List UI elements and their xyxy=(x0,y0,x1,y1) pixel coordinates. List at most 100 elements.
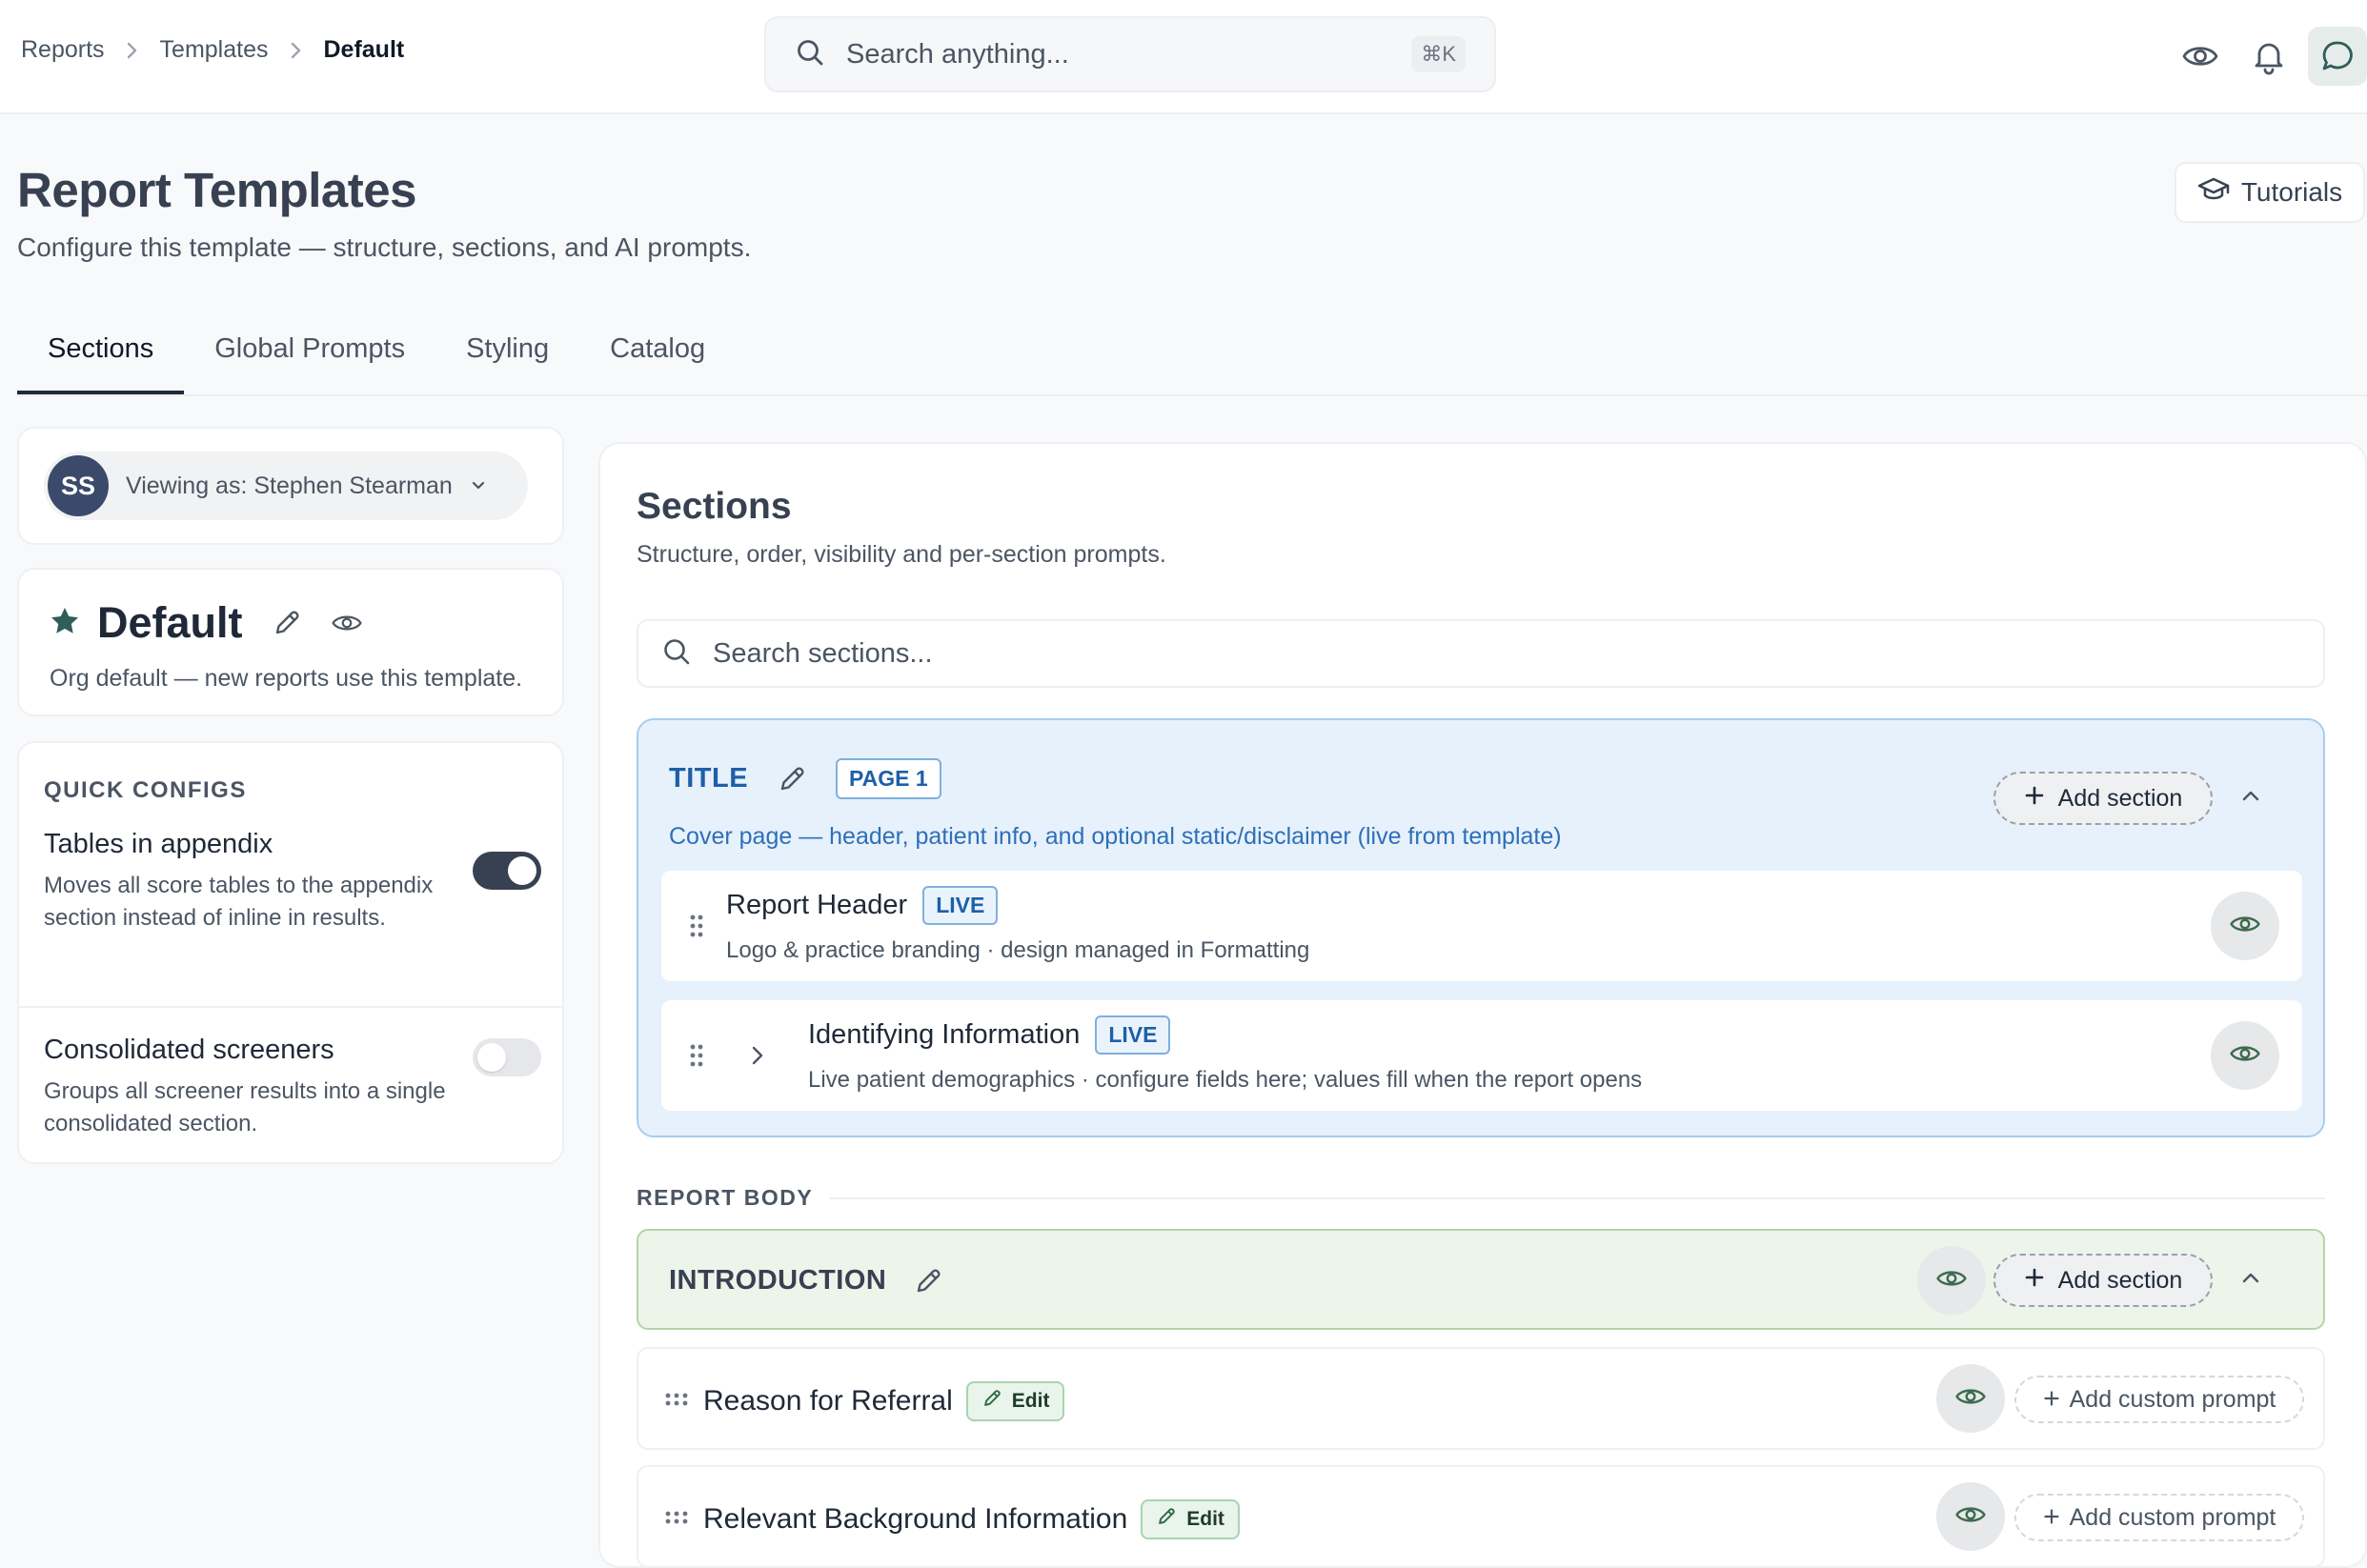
quick-config-description: Groups all screener results into a singl… xyxy=(44,1078,446,1136)
tables-in-appendix-toggle[interactable] xyxy=(473,852,541,890)
quick-config-tables-appendix: Tables in appendix Moves all score table… xyxy=(44,829,539,935)
sections-subtitle: Structure, order, visibility and per-sec… xyxy=(637,541,1166,568)
section-row-reason-for-referral[interactable]: Reason for Referral Edit Add custom prom… xyxy=(637,1347,2325,1450)
visibility-button[interactable] xyxy=(2211,892,2279,960)
chevron-right-icon xyxy=(126,41,139,60)
bell-icon[interactable] xyxy=(2239,27,2298,86)
chevron-up-icon[interactable] xyxy=(2239,789,2262,804)
section-row-identifying-information[interactable]: Identifying Information LIVE Live patien… xyxy=(661,1000,2302,1111)
visibility-button[interactable] xyxy=(1917,1246,1986,1315)
chevron-up-icon[interactable] xyxy=(2239,1271,2262,1286)
drag-handle-icon[interactable] xyxy=(690,1044,703,1067)
chevron-right-icon xyxy=(290,41,303,60)
section-row-report-header[interactable]: Report Header LIVE Logo & practice brand… xyxy=(661,871,2302,981)
add-section-label: Add section xyxy=(2057,1266,2183,1294)
template-card: Default Org default — new reports use th… xyxy=(17,568,564,716)
page-badge: PAGE 1 xyxy=(836,758,941,799)
visibility-button[interactable] xyxy=(1936,1482,2005,1551)
sections-panel: Sections Structure, order, visibility an… xyxy=(598,442,2367,1568)
add-section-button[interactable]: Add section xyxy=(1993,1254,2213,1307)
quick-configs-heading: QUICK CONFIGS xyxy=(44,777,247,803)
viewer-card: SS Viewing as: Stephen Stearman xyxy=(17,427,564,545)
plus-icon xyxy=(2024,1267,2058,1295)
top-actions xyxy=(2161,27,2367,86)
eye-icon xyxy=(1954,1380,1987,1417)
avatar: SS xyxy=(48,455,109,516)
section-row-title-wrap: Identifying Information LIVE xyxy=(808,1015,1171,1055)
quick-config-consolidated-screeners: Consolidated screeners Groups all screen… xyxy=(44,1035,539,1140)
section-row-title-wrap: Report Header LIVE xyxy=(726,886,999,925)
eye-icon[interactable] xyxy=(331,607,363,639)
live-badge: LIVE xyxy=(1095,1015,1171,1055)
breadcrumb-item-reports[interactable]: Reports xyxy=(21,36,105,64)
pencil-icon xyxy=(981,1388,1012,1415)
star-icon xyxy=(50,606,80,641)
eye-icon[interactable] xyxy=(2171,27,2230,86)
chat-icon[interactable] xyxy=(2308,27,2367,86)
live-badge: LIVE xyxy=(922,886,999,925)
edit-label: Edit xyxy=(1011,1390,1050,1412)
global-search-input[interactable]: Search anything... ⌘K xyxy=(764,16,1496,92)
quick-config-title: Consolidated screeners xyxy=(44,1035,334,1065)
eye-icon xyxy=(2229,1037,2261,1075)
drag-handle-icon[interactable] xyxy=(665,1511,688,1524)
consolidated-screeners-toggle[interactable] xyxy=(473,1038,541,1076)
add-custom-prompt-label: Add custom prompt xyxy=(2069,1385,2276,1413)
page-title: Report Templates xyxy=(17,163,416,217)
divider xyxy=(829,1197,2325,1199)
introduction-group-name: INTRODUCTION xyxy=(669,1265,887,1296)
pencil-icon[interactable] xyxy=(913,1266,943,1297)
tab-styling[interactable]: Styling xyxy=(435,324,579,394)
quick-config-title: Tables in appendix xyxy=(44,829,273,859)
visibility-button[interactable] xyxy=(2211,1021,2279,1090)
search-icon xyxy=(661,636,692,672)
search-icon xyxy=(795,37,825,72)
drag-handle-icon[interactable] xyxy=(665,1393,688,1406)
tab-global-prompts[interactable]: Global Prompts xyxy=(184,324,435,394)
chevron-down-icon xyxy=(470,480,487,492)
title-group: TITLE PAGE 1 Cover page — header, patien… xyxy=(637,718,2325,1137)
tab-sections[interactable]: Sections xyxy=(17,324,185,394)
section-row-description: Logo & practice branding · design manage… xyxy=(726,937,1310,963)
template-description: Org default — new reports use this templ… xyxy=(50,665,523,692)
add-section-label: Add section xyxy=(2057,784,2183,812)
chevron-right-icon[interactable] xyxy=(751,1044,764,1067)
add-section-button[interactable]: Add section xyxy=(1993,772,2213,825)
add-custom-prompt-button[interactable]: Add custom prompt xyxy=(2014,1376,2304,1423)
breadcrumb-item-templates[interactable]: Templates xyxy=(160,36,269,64)
graduation-cap-icon xyxy=(2197,175,2241,211)
tab-bar: Sections Global Prompts Styling Catalog xyxy=(17,324,2367,396)
add-custom-prompt-button[interactable]: Add custom prompt xyxy=(2014,1494,2304,1541)
pencil-icon[interactable] xyxy=(272,608,302,638)
sections-search-input[interactable]: Search sections... xyxy=(637,619,2325,688)
add-custom-prompt-label: Add custom prompt xyxy=(2069,1503,2276,1531)
title-group-description: Cover page — header, patient info, and o… xyxy=(669,823,1562,850)
section-row-title-wrap: Relevant Background Information Edit xyxy=(703,1499,1240,1539)
visibility-button[interactable] xyxy=(1936,1364,2005,1433)
divider xyxy=(19,1006,564,1008)
search-shortcut-badge: ⌘K xyxy=(1411,36,1466,72)
sections-search-placeholder: Search sections... xyxy=(713,637,933,669)
edit-prompt-button[interactable]: Edit xyxy=(965,1381,1065,1421)
pencil-icon[interactable] xyxy=(777,764,807,794)
section-row-description: Live patient demographics · configure fi… xyxy=(808,1067,1643,1093)
title-group-name: TITLE xyxy=(669,763,749,794)
edit-prompt-button[interactable]: Edit xyxy=(1141,1499,1240,1539)
template-name: Default xyxy=(97,598,243,647)
plus-icon xyxy=(2043,1386,2070,1414)
section-row-title: Relevant Background Information xyxy=(703,1503,1128,1535)
section-row-title: Identifying Information xyxy=(808,1019,1081,1050)
section-row-relevant-background-information[interactable]: Relevant Background Information Edit Add… xyxy=(637,1465,2325,1566)
eye-icon xyxy=(1935,1262,1968,1299)
tab-catalog[interactable]: Catalog xyxy=(579,324,736,394)
plus-icon xyxy=(2024,785,2058,813)
eye-icon xyxy=(1954,1498,1987,1536)
tutorials-button[interactable]: Tutorials xyxy=(2175,162,2365,223)
search-placeholder: Search anything... xyxy=(846,38,1069,70)
sections-title: Sections xyxy=(637,486,792,527)
viewing-as-select[interactable]: SS Viewing as: Stephen Stearman xyxy=(44,452,528,520)
edit-label: Edit xyxy=(1186,1508,1224,1530)
drag-handle-icon[interactable] xyxy=(690,915,703,937)
title-group-header: TITLE PAGE 1 xyxy=(669,758,941,799)
quick-configs-card: QUICK CONFIGS Tables in appendix Moves a… xyxy=(17,741,564,1164)
